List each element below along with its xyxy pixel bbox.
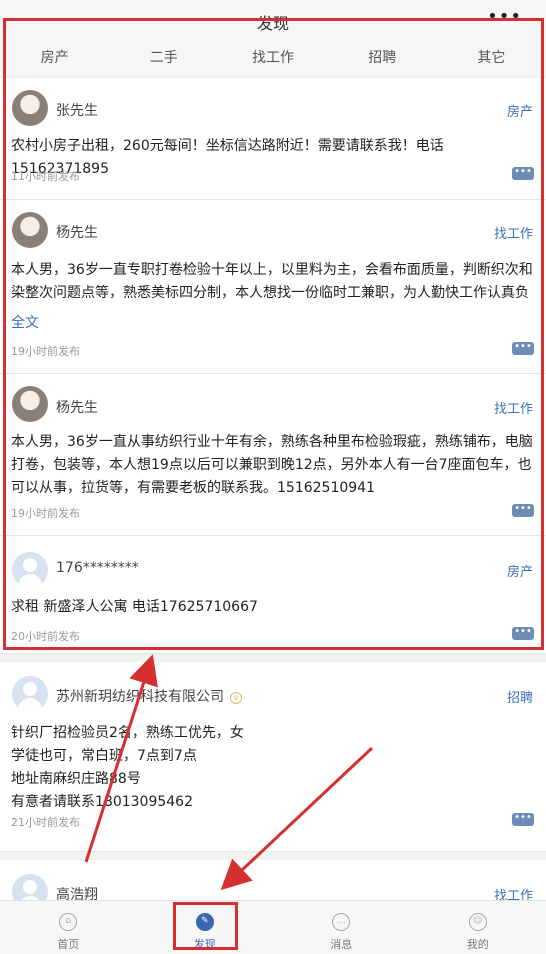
nav-messages[interactable]: … 消息 <box>273 901 410 954</box>
post-category[interactable]: 找工作 <box>494 398 533 417</box>
message-icon: … <box>332 913 351 931</box>
post-time: 21小时前发布 <box>11 816 80 829</box>
list-item[interactable]: 杨先生 找工作 本人男，36岁一直专职打卷检验十年以上，以里料为主，会看布面质量… <box>0 200 546 374</box>
list-item[interactable]: 张先生 房产 农村小房子出租，260元每间！坐标信达路附近！需要请联系我！电话1… <box>0 78 546 200</box>
avatar[interactable] <box>12 386 48 422</box>
list-item[interactable]: 176******** 房产 求租 新盛泽人公寓 电话17625710667 2… <box>0 536 546 654</box>
post-author[interactable]: 176******** <box>56 560 139 576</box>
top-bar: 发现 ••• <box>0 0 546 40</box>
nav-profile[interactable]: ☺ 我的 <box>410 901 546 954</box>
post-author[interactable]: 张先生 <box>56 100 98 120</box>
list-item[interactable]: 杨先生 找工作 本人男，36岁一直从事纺织行业十年有余，熟练各种里布检验瑕疵，熟… <box>0 374 546 536</box>
post-category[interactable]: 招聘 <box>507 687 533 706</box>
tab-other[interactable]: 其它 <box>437 40 546 76</box>
nav-home[interactable]: ⌂ 首页 <box>0 901 137 954</box>
tab-find-job[interactable]: 找工作 <box>218 40 327 76</box>
user-icon: ☺ <box>468 913 487 931</box>
avatar[interactable] <box>12 676 48 712</box>
page-title: 发现 <box>256 14 289 33</box>
avatar[interactable] <box>12 552 48 588</box>
post-time: 19小时前发布 <box>11 345 80 358</box>
category-tabs: 房产 二手 找工作 招聘 其它 <box>0 40 546 76</box>
avatar[interactable] <box>12 90 48 126</box>
post-content[interactable]: 针织厂招检验员2名，熟练工优先，女学徒也可，常白班，7点到7点 地址南麻织庄路8… <box>11 722 246 814</box>
comment-icon[interactable]: ••• <box>512 167 534 180</box>
post-author[interactable]: 杨先生 <box>56 397 98 417</box>
post-content[interactable]: 农村小房子出租，260元每间！坐标信达路附近！需要请联系我！电话15162371… <box>11 135 534 181</box>
post-category[interactable]: 房产 <box>507 561 533 580</box>
post-category[interactable]: 找工作 <box>494 223 533 242</box>
post-author[interactable]: 苏州新玥纺织科技有限公司 v <box>56 686 242 706</box>
company-name: 苏州新玥纺织科技有限公司 <box>56 689 224 705</box>
post-feed: 张先生 房产 农村小房子出租，260元每间！坐标信达路附近！需要请联系我！电话1… <box>0 78 546 930</box>
home-icon: ⌂ <box>59 913 78 931</box>
nav-discover[interactable]: ✎ 发现 <box>137 901 274 954</box>
full-text-link[interactable]: 全文 <box>11 312 39 332</box>
comment-icon[interactable]: ••• <box>512 504 534 517</box>
bottom-nav: ⌂ 首页 ✎ 发现 … 消息 ☺ 我的 <box>0 900 546 954</box>
post-content[interactable]: 本人男，36岁一直从事纺织行业十年有余，熟练各种里布检验瑕疵，熟练铺布，电脑打卷… <box>11 431 534 500</box>
comment-icon[interactable]: ••• <box>512 813 534 826</box>
more-options-icon[interactable]: ••• <box>487 6 522 27</box>
tab-second-hand[interactable]: 二手 <box>109 40 218 76</box>
post-content[interactable]: 求租 新盛泽人公寓 电话17625710667 <box>11 596 534 619</box>
post-content[interactable]: 本人男，36岁一直专职打卷检验十年以上，以里料为主，会看布面质量，判断织次和染整… <box>11 259 534 305</box>
verified-badge-icon: v <box>230 692 242 704</box>
compass-icon: ✎ <box>195 913 214 931</box>
post-time: 19小时前发布 <box>11 507 80 520</box>
comment-icon[interactable]: ••• <box>512 342 534 355</box>
comment-icon[interactable]: ••• <box>512 627 534 640</box>
tab-recruit[interactable]: 招聘 <box>328 40 437 76</box>
post-category[interactable]: 房产 <box>507 101 533 120</box>
post-author[interactable]: 杨先生 <box>56 222 98 242</box>
list-item[interactable]: 苏州新玥纺织科技有限公司 v 招聘 针织厂招检验员2名，熟练工优先，女学徒也可，常… <box>0 662 546 852</box>
avatar[interactable] <box>12 212 48 248</box>
tab-real-estate[interactable]: 房产 <box>0 40 109 76</box>
post-time: 20小时前发布 <box>11 630 80 643</box>
post-time: 11小时前发布 <box>11 170 80 183</box>
